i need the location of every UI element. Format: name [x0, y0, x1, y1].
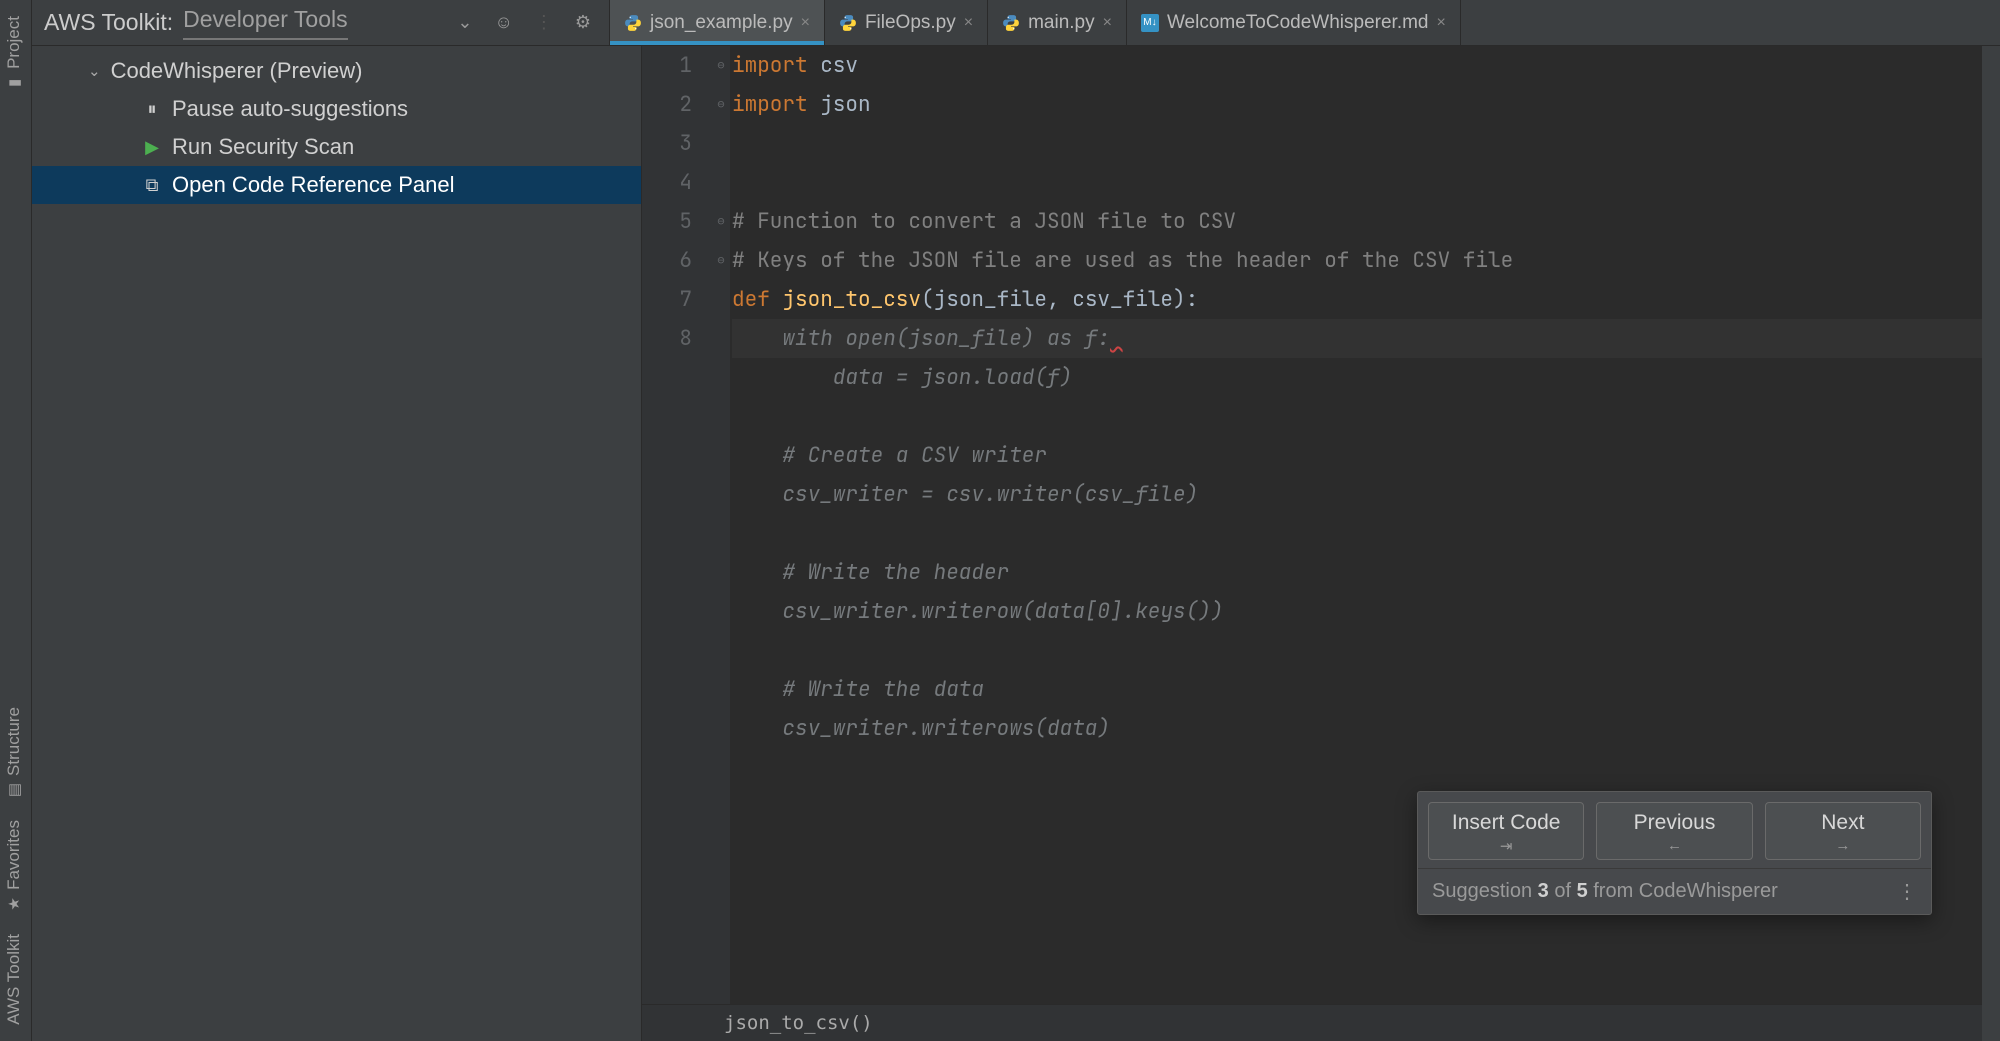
suggestion-status-text: Suggestion 3 of 5 from CodeWhisperer	[1432, 880, 1778, 903]
left-tool-gutter: ▮ Project ▤ Structure ★ Favorites AWS To…	[0, 0, 32, 1041]
project-tool-button[interactable]: ▮ Project	[0, 6, 28, 103]
suggestion-button-row: Insert Code ⇥ Previous ← Next →	[1418, 792, 1931, 868]
editor-tab[interactable]: M↓ WelcomeToCodeWhisperer.md ×	[1127, 0, 1461, 45]
close-icon[interactable]: ×	[801, 14, 810, 32]
gutter-label: Structure	[4, 707, 24, 776]
folder-icon: ▮	[5, 75, 23, 93]
suggestion-total: 5	[1577, 880, 1588, 902]
sidebar-action-item[interactable]: ⧉ Open Code Reference Panel	[32, 166, 641, 204]
more-options-icon[interactable]: ⋮	[1897, 879, 1917, 904]
keyboard-shortcut: ←	[1601, 837, 1747, 854]
suggestion-status-bar: Suggestion 3 of 5 from CodeWhisperer ⋮	[1418, 868, 1931, 914]
pause-icon: ⏸	[142, 99, 162, 120]
tab-label: WelcomeToCodeWhisperer.md	[1167, 12, 1429, 34]
gutter-label: Project	[4, 16, 24, 69]
close-icon[interactable]: ×	[1103, 14, 1112, 32]
editor-tabs: json_example.py × FileOps.py × main.py × M↓ Wel…	[610, 0, 2000, 45]
tab-label: FileOps.py	[865, 12, 956, 34]
sidebar-item-label: Pause auto-suggestions	[172, 96, 408, 122]
next-button[interactable]: Next →	[1765, 802, 1921, 860]
chevron-down-icon: ⌄	[88, 62, 101, 80]
fold-gutter[interactable]: ⊖⊖⊖⊖	[712, 46, 730, 1004]
feedback-icon[interactable]: ☺	[488, 12, 518, 33]
panel-subtitle[interactable]: Developer Tools	[183, 6, 348, 40]
suggestion-index: 3	[1538, 880, 1549, 902]
sidebar-item-label: Run Security Scan	[172, 134, 354, 160]
suggestion-prefix: Suggestion	[1432, 880, 1538, 902]
editor-tab[interactable]: main.py ×	[988, 0, 1127, 45]
panel-title: AWS Toolkit:	[44, 9, 173, 36]
structure-icon: ▤	[5, 782, 23, 800]
chevron-down-icon[interactable]: ⌄	[451, 12, 478, 33]
editor-tab[interactable]: FileOps.py ×	[825, 0, 988, 45]
python-file-icon	[624, 14, 642, 32]
button-label: Insert Code	[1433, 811, 1579, 835]
main-area: AWS Toolkit: Developer Tools ⌄ ☺ ⋮ ⚙ jso…	[32, 0, 2000, 1041]
aws-toolkit-tool-button[interactable]: AWS Toolkit	[0, 924, 28, 1035]
keyboard-shortcut: ⇥	[1433, 837, 1579, 855]
star-icon: ★	[5, 896, 23, 914]
tree-root-codewhisperer[interactable]: ⌄ CodeWhisperer (Preview)	[32, 52, 641, 90]
insert-code-button[interactable]: Insert Code ⇥	[1428, 802, 1584, 860]
line-number-gutter: 12345678	[642, 46, 712, 1004]
panel-icon: ⧉	[142, 175, 162, 196]
tab-label: main.py	[1028, 12, 1095, 34]
content-row: ⌄ CodeWhisperer (Preview) ⏸ Pause auto-su…	[32, 46, 2000, 1041]
play-icon: ▶	[142, 137, 162, 158]
structure-tool-button[interactable]: ▤ Structure	[0, 697, 28, 810]
separator: ⋮	[529, 12, 559, 33]
top-bar: AWS Toolkit: Developer Tools ⌄ ☺ ⋮ ⚙ jso…	[32, 0, 2000, 46]
sidebar-action-item[interactable]: ⏸ Pause auto-suggestions	[32, 90, 641, 128]
breadcrumb-function: json_to_csv()	[724, 1012, 873, 1034]
close-icon[interactable]: ×	[1437, 14, 1446, 32]
codewhisperer-suggestion-popup: Insert Code ⇥ Previous ← Next → Suggestion 3 …	[1417, 791, 1932, 915]
keyboard-shortcut: →	[1770, 837, 1916, 854]
sidebar-action-item[interactable]: ▶ Run Security Scan	[32, 128, 641, 166]
python-file-icon	[1002, 14, 1020, 32]
button-label: Previous	[1601, 811, 1747, 835]
button-label: Next	[1770, 811, 1916, 835]
gutter-bottom-group: ▤ Structure ★ Favorites AWS Toolkit	[0, 697, 31, 1035]
suggestion-of: of	[1549, 880, 1577, 902]
editor-scrollbar[interactable]	[1982, 46, 2000, 1041]
gutter-top-group: ▮ Project	[0, 6, 31, 103]
breadcrumb[interactable]: json_to_csv()	[642, 1004, 1982, 1041]
tree-root-label: CodeWhisperer (Preview)	[111, 58, 363, 84]
aws-toolkit-sidebar: ⌄ CodeWhisperer (Preview) ⏸ Pause auto-su…	[32, 46, 642, 1041]
aws-toolkit-panel-header: AWS Toolkit: Developer Tools ⌄ ☺ ⋮ ⚙	[32, 0, 610, 45]
tab-label: json_example.py	[650, 12, 793, 34]
markdown-file-icon: M↓	[1141, 14, 1159, 32]
python-file-icon	[839, 14, 857, 32]
editor-tab[interactable]: json_example.py ×	[610, 0, 825, 45]
sidebar-item-label: Open Code Reference Panel	[172, 172, 455, 198]
gutter-label: Favorites	[4, 820, 24, 890]
favorites-tool-button[interactable]: ★ Favorites	[0, 810, 28, 924]
suggestion-suffix: from CodeWhisperer	[1588, 880, 1778, 902]
close-icon[interactable]: ×	[964, 14, 973, 32]
previous-button[interactable]: Previous ←	[1596, 802, 1752, 860]
gear-icon[interactable]: ⚙	[569, 12, 597, 33]
gutter-label: AWS Toolkit	[4, 934, 24, 1025]
editor-area: 12345678 ⊖⊖⊖⊖ import csvimport json# Fun…	[642, 46, 1982, 1041]
